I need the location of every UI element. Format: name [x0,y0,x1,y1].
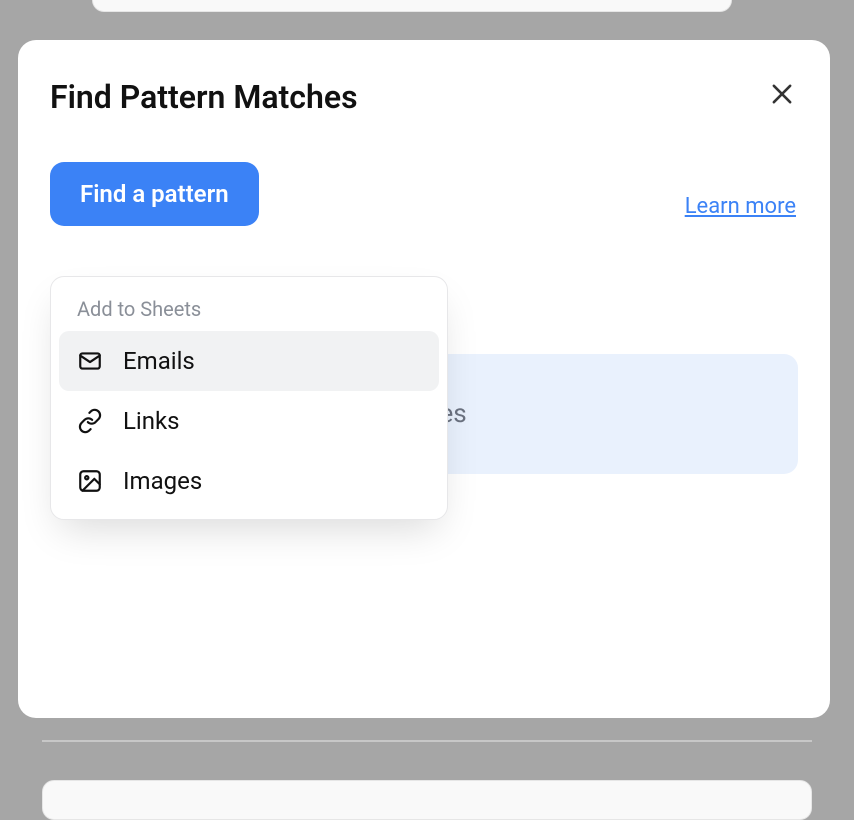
find-pattern-button[interactable]: Find a pattern [50,162,259,226]
dropdown-item-links[interactable]: Links [59,391,439,451]
dropdown-header: Add to Sheets [59,285,439,331]
modal-title: Find Pattern Matches [50,78,358,116]
find-pattern-modal: Find Pattern Matches Find a pattern Lear… [18,40,830,718]
action-row: Find a pattern Learn more [50,162,798,226]
dropdown-item-emails[interactable]: Emails [59,331,439,391]
dropdown-item-label: Emails [123,347,195,375]
background-element [42,780,812,820]
mail-icon [77,348,103,374]
link-icon [77,408,103,434]
image-icon [77,468,103,494]
close-icon [768,80,796,108]
learn-more-link[interactable]: Learn more [685,194,796,219]
dropdown-item-images[interactable]: Images [59,451,439,511]
modal-header: Find Pattern Matches [50,78,798,116]
background-element [92,0,732,12]
pattern-dropdown: Add to Sheets Emails Links Images [50,276,448,520]
background-divider [42,740,812,742]
dropdown-item-label: Images [123,467,202,495]
dropdown-item-label: Links [123,407,180,435]
close-button[interactable] [764,76,800,116]
